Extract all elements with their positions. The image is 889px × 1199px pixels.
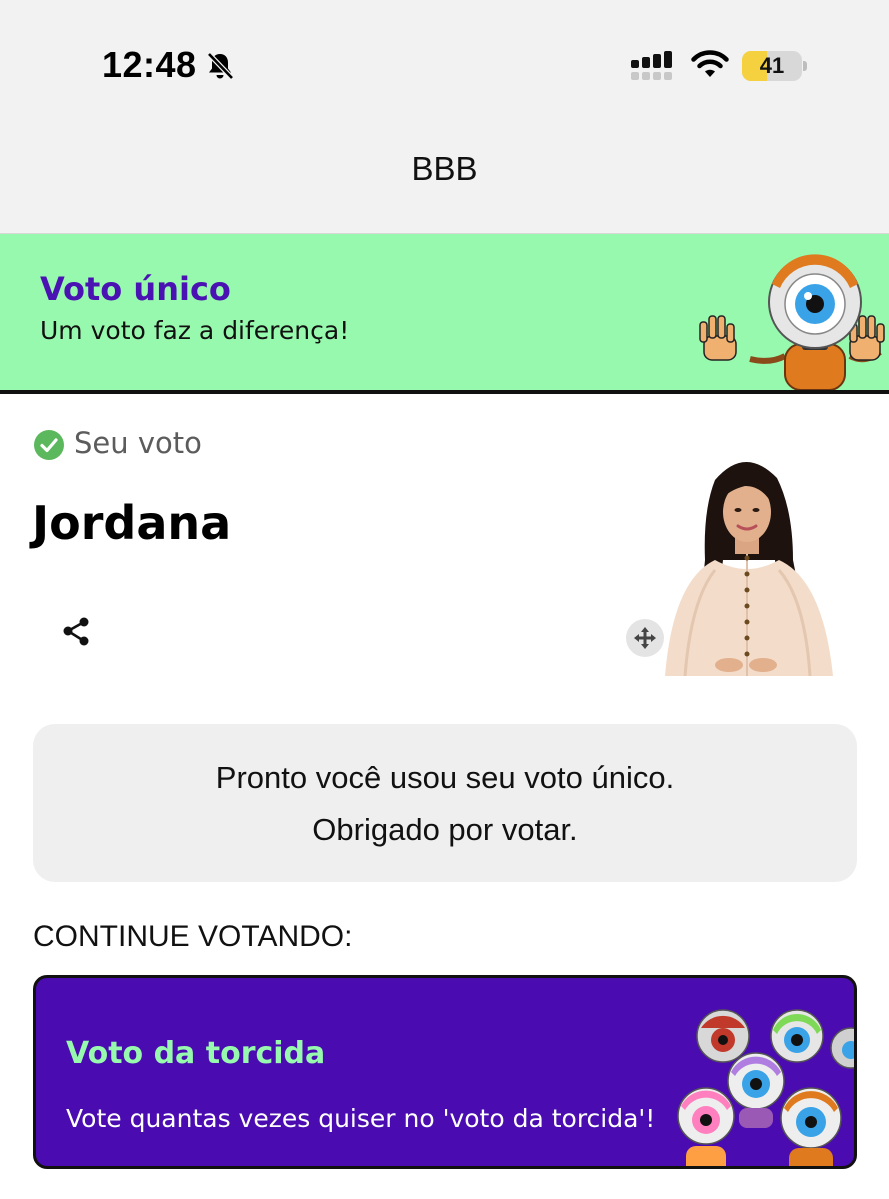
share-icon[interactable]: [60, 614, 94, 648]
check-circle-icon: [34, 430, 64, 460]
continue-voting-heading: CONTINUE VOTANDO:: [33, 920, 353, 953]
move-arrows-icon: [634, 627, 656, 649]
thank-you-message: Obrigado por votar.: [312, 812, 578, 847]
cellular-signal-icon: [631, 51, 672, 80]
status-bar: 12:48 41: [0, 0, 889, 120]
card-title: Voto da torcida: [66, 1036, 326, 1071]
candidate-photo: [655, 450, 840, 676]
banner-title: Voto único: [40, 270, 231, 308]
vote-status-label: Seu voto: [74, 426, 202, 460]
status-time: 12:48: [102, 44, 197, 85]
confirmation-message: Pronto você usou seu voto único.: [215, 760, 675, 795]
voto-da-torcida-card[interactable]: Voto da torcida Vote quantas vezes quise…: [33, 975, 857, 1169]
voto-unico-banner: Voto único Um voto faz a diferença!: [0, 234, 889, 394]
nav-header: BBB: [0, 120, 889, 234]
big-brother-eye-mascot: [699, 254, 885, 390]
candidate-name: Jordana: [32, 496, 232, 550]
card-subtitle: Vote quantas vezes quiser no 'voto da to…: [66, 1104, 656, 1133]
battery-icon: 41: [742, 51, 808, 81]
wifi-icon: [691, 50, 729, 77]
bell-slash-icon: [207, 52, 234, 80]
move-handle[interactable]: [626, 619, 664, 657]
banner-subtitle: Um voto faz a diferença!: [40, 316, 350, 345]
page-title: BBB: [411, 150, 478, 187]
vote-confirmation-box: Pronto você usou seu voto único. Obrigad…: [33, 724, 857, 882]
mascots-group-image: [677, 1009, 854, 1166]
battery-percent: 41: [759, 53, 785, 78]
